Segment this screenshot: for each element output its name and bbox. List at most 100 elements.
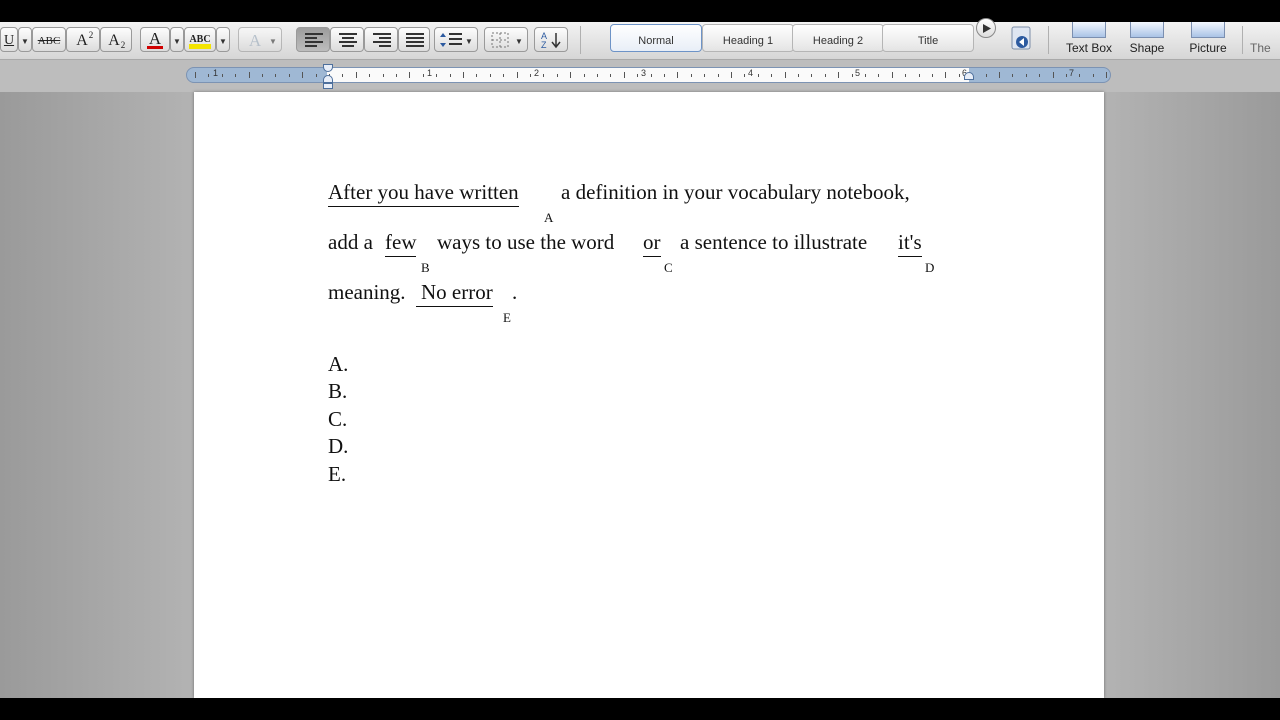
answer-option-a[interactable]: A.: [328, 352, 348, 377]
svg-text:Z: Z: [541, 40, 547, 49]
ruler-area: 1 1 2 3 4 5 6 7: [0, 60, 1280, 92]
style-heading-1[interactable]: Heading 1: [702, 24, 794, 52]
error-label-c: C: [664, 260, 673, 275]
strikethrough-button[interactable]: ABC: [32, 27, 66, 52]
ruler-tick: [918, 74, 920, 77]
underline-button[interactable]: U: [0, 27, 18, 52]
ruler-tick: [865, 74, 866, 77]
styles-pane-button[interactable]: [1010, 26, 1034, 52]
underlined-segment-b[interactable]: few: [385, 230, 417, 257]
underlined-segment-a[interactable]: After you have written: [328, 180, 519, 207]
ruler-tick: [463, 72, 464, 78]
insert-text-box-button[interactable]: Text Box: [1058, 22, 1120, 60]
ruler-tick: [1106, 72, 1108, 78]
ruler-tick: [690, 74, 692, 77]
text-segment: a sentence to illustrate: [680, 230, 868, 254]
formatting-toolbar: U ▼ ABC A 2 A 2 A ▼ ABC ▼ A ▼ ▼ ▼ A Z No…: [0, 18, 1280, 60]
style-normal[interactable]: Normal: [610, 24, 702, 52]
ruler-number: 1: [213, 68, 219, 78]
ruler-tick: [1039, 74, 1041, 77]
answer-option-d[interactable]: D.: [328, 434, 348, 459]
document-page[interactable]: After you have written a definition in y…: [194, 92, 1104, 698]
ruler-tick: [449, 74, 451, 77]
borders-button[interactable]: ▼: [484, 27, 528, 52]
picture-icon: [1191, 22, 1225, 38]
styles-pane-icon: [1011, 26, 1031, 50]
ruler-tick: [878, 74, 880, 77]
line-spacing-icon: [440, 33, 462, 47]
ruler-tick: [422, 74, 424, 77]
left-indent-marker[interactable]: [323, 83, 333, 89]
font-color-swatch: [147, 46, 163, 49]
chevron-down-icon: ▼: [173, 36, 181, 46]
themes-icon: [1250, 22, 1274, 38]
right-indent-marker[interactable]: [964, 72, 974, 80]
ruler-tick: [757, 74, 759, 77]
ruler-number: 5: [855, 68, 861, 78]
text-segment: .: [512, 280, 518, 304]
font-color-dropdown[interactable]: ▼: [170, 27, 184, 52]
align-center-icon: [339, 33, 357, 47]
sort-icon: A Z: [541, 31, 561, 49]
highlight-dropdown[interactable]: ▼: [216, 27, 230, 52]
underlined-segment-d[interactable]: it's: [898, 230, 922, 257]
underline-dropdown[interactable]: ▼: [18, 27, 32, 52]
text-effects-button[interactable]: A ▼: [238, 27, 282, 52]
ruler-tick: [208, 74, 210, 77]
answer-option-b[interactable]: B.: [328, 379, 347, 404]
error-label-e: E: [503, 310, 511, 325]
style-heading-2[interactable]: Heading 2: [792, 24, 884, 52]
subscript-button[interactable]: A 2: [100, 27, 132, 52]
hanging-indent-marker[interactable]: [323, 75, 333, 83]
align-left-button[interactable]: [296, 27, 330, 52]
ruler-tick: [556, 74, 558, 77]
ruler-tick: [945, 72, 947, 78]
align-right-button[interactable]: [364, 27, 398, 52]
align-right-icon: [373, 33, 391, 47]
error-label-d: D: [925, 260, 935, 275]
text-box-label: Text Box: [1065, 41, 1113, 55]
ruler-tick: [262, 74, 263, 77]
sort-button[interactable]: A Z: [534, 27, 568, 52]
ruler-tick: [704, 74, 706, 77]
align-center-button[interactable]: [330, 27, 364, 52]
underlined-segment-e[interactable]: No error: [416, 280, 493, 307]
ruler-tick: [543, 74, 545, 77]
answer-option-e[interactable]: E.: [328, 462, 346, 487]
ruler-tick: [503, 74, 505, 77]
style-title[interactable]: Title: [882, 24, 974, 52]
themes-button[interactable]: The: [1250, 22, 1280, 60]
ruler-tick: [891, 72, 893, 78]
themes-label: The: [1250, 41, 1271, 55]
left-gutter: [0, 92, 194, 698]
ruler-tick: [583, 74, 585, 77]
ruler-number: 2: [534, 68, 540, 78]
ruler-number: 4: [748, 68, 754, 78]
text-segment: add a: [328, 230, 373, 254]
error-label-a: A: [544, 210, 554, 225]
styles-scroll-button[interactable]: [976, 18, 996, 38]
underlined-segment-c[interactable]: or: [643, 230, 661, 257]
answer-option-c[interactable]: C.: [328, 407, 347, 432]
chevron-down-icon: ▼: [219, 36, 227, 46]
ruler-tick: [744, 74, 746, 77]
ruler-tick: [637, 74, 639, 77]
ruler-tick: [396, 74, 397, 77]
toolbar-divider: [1048, 26, 1049, 54]
toolbar-divider: [580, 26, 581, 54]
insert-shape-button[interactable]: Shape: [1122, 22, 1172, 60]
ruler-number: 3: [641, 68, 647, 78]
ruler-tick: [731, 72, 732, 78]
ruler-tick: [195, 72, 196, 78]
subscript-mark: 2: [120, 40, 126, 50]
shape-label: Shape: [1129, 41, 1165, 55]
ruler-tick: [248, 72, 250, 78]
superscript-button[interactable]: A 2: [66, 27, 100, 52]
font-color-button[interactable]: A: [140, 27, 170, 52]
insert-picture-button[interactable]: Picture: [1180, 22, 1236, 60]
highlight-button[interactable]: ABC: [184, 27, 216, 52]
align-left-icon: [305, 33, 323, 47]
ruler-tick: [436, 74, 438, 77]
line-spacing-button[interactable]: ▼: [434, 27, 478, 52]
justify-button[interactable]: [398, 27, 430, 52]
